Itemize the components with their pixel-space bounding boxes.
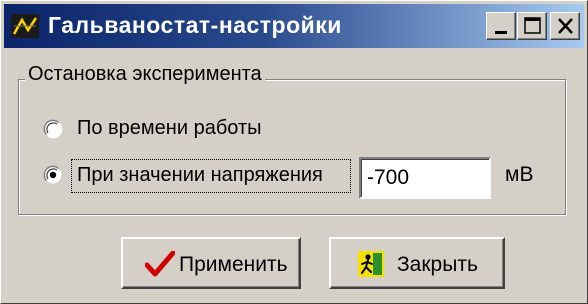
maximize-icon bbox=[524, 17, 541, 34]
radio-label-by-time[interactable]: По времени работы bbox=[77, 117, 262, 140]
apply-button-label: Применить bbox=[179, 253, 288, 276]
app-icon bbox=[11, 14, 39, 38]
exit-icon bbox=[358, 251, 384, 277]
close-button-label: Закрыть bbox=[397, 253, 478, 276]
window-title: Гальваностат-настройки bbox=[48, 12, 342, 38]
close-button[interactable]: Закрыть bbox=[329, 237, 505, 289]
radio-label-by-voltage[interactable]: При значении напряжения bbox=[77, 164, 323, 187]
apply-button[interactable]: Применить bbox=[121, 237, 301, 289]
radio-by-voltage[interactable] bbox=[43, 165, 63, 185]
settings-dialog: Гальваностат-настройки Остановка экспери… bbox=[0, 0, 588, 304]
maximize-button[interactable] bbox=[517, 12, 547, 40]
minimize-button[interactable] bbox=[486, 12, 516, 40]
minimize-icon bbox=[495, 31, 507, 34]
radio-by-time[interactable] bbox=[43, 119, 63, 139]
title-bar[interactable]: Гальваностат-настройки bbox=[4, 4, 584, 48]
checkmark-icon bbox=[145, 251, 175, 277]
group-title: Остановка эксперимента bbox=[25, 63, 265, 86]
voltage-unit: мВ bbox=[505, 163, 534, 186]
close-window-button[interactable] bbox=[550, 12, 580, 40]
voltage-input[interactable] bbox=[359, 157, 491, 199]
close-icon bbox=[558, 18, 573, 34]
